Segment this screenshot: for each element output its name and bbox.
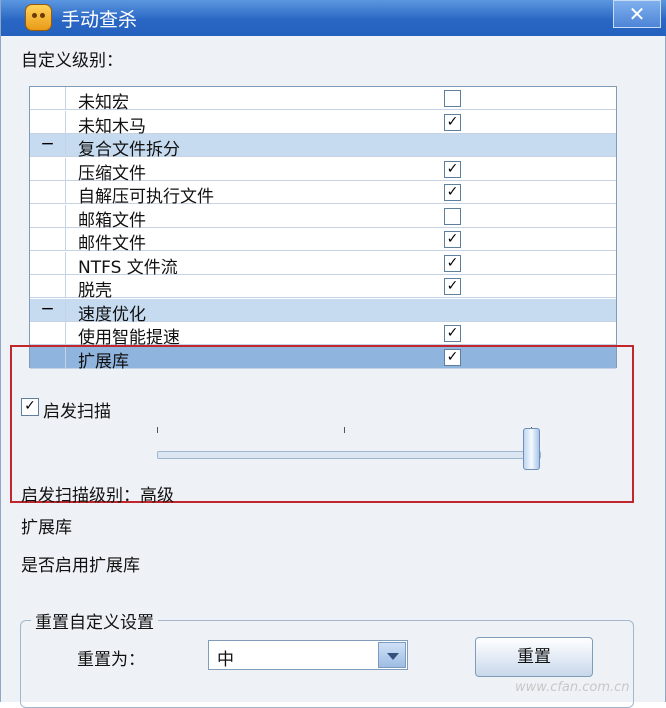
option-label: 脱壳: [78, 281, 112, 301]
description-text: 是否启用扩展库: [21, 556, 140, 576]
option-checkbox[interactable]: ✓: [444, 113, 461, 131]
reset-group-title: 重置自定义设置: [31, 608, 158, 633]
option-checkbox[interactable]: ✓: [444, 278, 461, 295]
row-gutter: [30, 204, 66, 227]
collapse-toggle[interactable]: −: [30, 134, 66, 156]
tree-group-row[interactable]: − 复合文件拆分: [30, 134, 616, 160]
group-label: 复合文件拆分: [78, 140, 180, 160]
app-logo-icon: [25, 4, 52, 31]
row-gutter: [30, 87, 66, 109]
option-checkbox[interactable]: ✓: [444, 184, 461, 201]
window-title: 手动查杀: [61, 9, 138, 31]
option-label: 自解压可执行文件: [78, 187, 214, 207]
options-tree-list[interactable]: 未知宏 未知木马 ✓ − 复合文件拆分 压缩文件 ✓ 自解压可执行文件 ✓ 邮箱文件 邮件文件 ✓ NT…: [29, 86, 617, 372]
tree-option-row[interactable]: NTFS 文件流 ✓: [30, 251, 616, 278]
option-checkbox[interactable]: ✓: [444, 160, 461, 178]
heuristic-level-slider-thumb[interactable]: [523, 428, 540, 470]
slider-tick-mid: [344, 427, 345, 433]
custom-level-label: 自定义级别：: [21, 51, 123, 71]
scan-dialog: 手动查杀 ✕ 自定义级别： 未知宏 未知木马 ✓ − 复合文件拆分 压缩文件 ✓ 自解压可执行…: [0, 0, 666, 708]
collapse-toggle[interactable]: −: [30, 298, 66, 321]
option-checkbox[interactable]: ✓: [444, 325, 461, 342]
option-checkbox[interactable]: ✓: [444, 231, 461, 248]
option-label: 压缩文件: [78, 163, 146, 184]
row-gutter: [30, 275, 66, 297]
row-gutter: [30, 322, 66, 344]
option-checkbox[interactable]: [444, 90, 461, 107]
option-label: 未知宏: [78, 93, 129, 113]
tree-option-row[interactable]: 使用智能提速 ✓: [30, 322, 616, 348]
description-title: 扩展库: [21, 518, 72, 538]
slider-tick-low: [157, 427, 158, 433]
option-checkbox[interactable]: ✓: [444, 254, 461, 272]
close-button[interactable]: ✕: [613, 0, 661, 28]
tree-option-row[interactable]: 脱壳 ✓: [30, 275, 616, 301]
tree-option-row[interactable]: 邮箱文件: [30, 204, 616, 231]
option-label: 邮件文件: [78, 234, 146, 254]
row-gutter: [30, 251, 66, 274]
tree-option-row[interactable]: 自解压可执行文件 ✓: [30, 181, 616, 207]
option-checkbox[interactable]: [444, 207, 461, 225]
tree-option-row[interactable]: 未知木马 ✓: [30, 110, 616, 137]
row-gutter: [30, 228, 66, 250]
tree-option-row[interactable]: 邮件文件 ✓: [30, 228, 616, 254]
title-bar: 手动查杀 ✕: [1, 0, 666, 36]
group-label: 速度优化: [78, 304, 146, 325]
reset-level-value: 中: [217, 650, 234, 670]
tree-option-row[interactable]: 压缩文件 ✓: [30, 157, 616, 184]
option-label: NTFS 文件流: [78, 257, 178, 278]
option-label: 邮箱文件: [78, 210, 146, 231]
tree-group-row[interactable]: − 速度优化: [30, 298, 616, 325]
watermark: www.cfan.com.cn: [515, 680, 630, 695]
heuristic-scan-label: 启发扫描: [43, 402, 111, 422]
row-gutter: [30, 157, 66, 180]
reset-button[interactable]: 重置: [475, 637, 593, 677]
heuristic-scan-checkbox[interactable]: ✓: [21, 398, 39, 416]
heuristic-level-text: 启发扫描级别：高级: [21, 486, 174, 506]
row-gutter: [30, 110, 66, 133]
red-highlight-box: [10, 345, 634, 503]
reset-to-label: 重置为：: [77, 650, 145, 670]
chevron-down-icon[interactable]: [378, 642, 406, 668]
row-gutter: [30, 181, 66, 203]
reset-level-dropdown[interactable]: 中: [208, 640, 408, 670]
heuristic-level-slider-track[interactable]: [157, 451, 541, 459]
option-label: 未知木马: [78, 116, 146, 137]
tree-option-row[interactable]: 未知宏: [30, 87, 616, 113]
